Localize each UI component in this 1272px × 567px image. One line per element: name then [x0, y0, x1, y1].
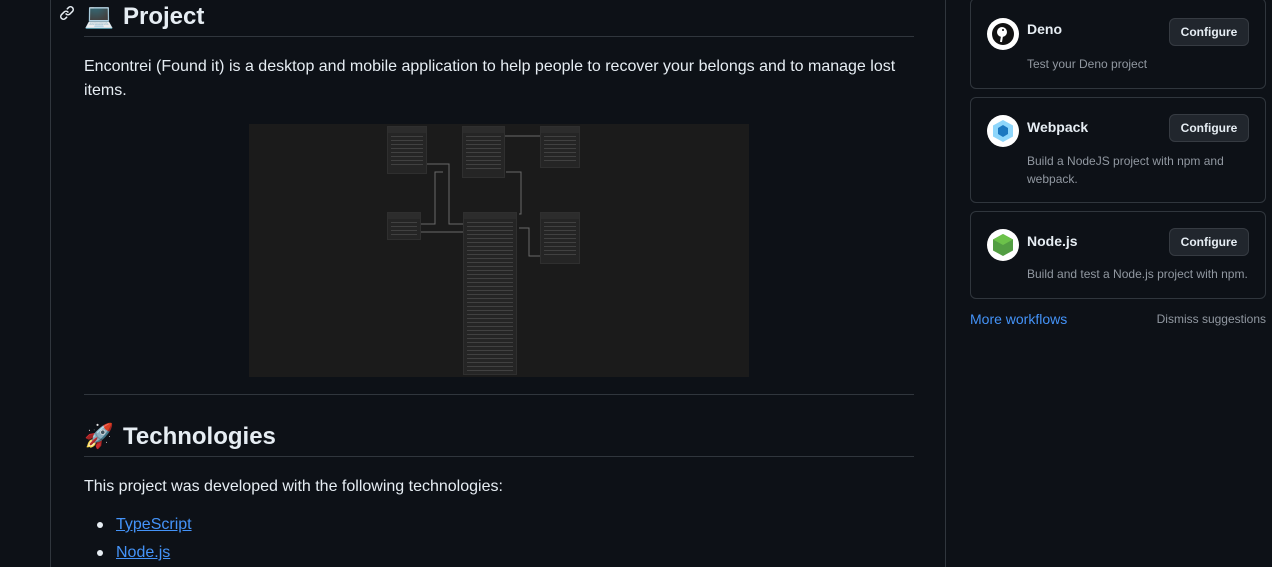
divider [84, 394, 914, 395]
technologies-heading-text: Technologies [123, 422, 276, 450]
diagram-table-items-withdrawals [540, 212, 580, 264]
project-heading: 💻 Project [84, 0, 914, 37]
laptop-emoji-icon: 💻 [84, 2, 114, 30]
workflow-description: Build and test a Node.js project with np… [1027, 267, 1248, 281]
more-workflows-link[interactable]: More workflows [970, 309, 1067, 329]
project-description: Encontrei (Found it) is a desktop and mo… [84, 58, 896, 99]
workflow-card-deno: Deno Test your Deno project Configure [970, 0, 1266, 89]
workflow-card-webpack: Webpack Build a NodeJS project with npm … [970, 97, 1266, 203]
diagram-table-items [463, 212, 517, 375]
diagram-table-items-categories [462, 126, 505, 178]
workflow-title: Webpack [1027, 119, 1089, 135]
diagram-table-users [387, 126, 427, 174]
heading-anchor-link-icon[interactable] [59, 5, 77, 23]
database-schema-diagram [249, 124, 749, 377]
nodejs-icon [987, 229, 1019, 261]
deno-icon [987, 18, 1019, 50]
configure-deno-button[interactable]: Configure [1169, 18, 1249, 46]
workflow-description: Test your Deno project [1027, 57, 1148, 71]
tech-link-nodejs[interactable]: Node.js [116, 544, 170, 561]
rocket-emoji-icon: 🚀 [84, 422, 114, 450]
workflow-card-nodejs: Node.js Build and test a Node.js project… [970, 211, 1266, 299]
technologies-list: TypeScript Node.js [84, 511, 192, 567]
list-item: TypeScript [84, 511, 192, 539]
project-heading-text: Project [123, 2, 205, 30]
webpack-icon [987, 115, 1019, 147]
technologies-intro: This project was developed with the foll… [84, 478, 503, 495]
list-item: Node.js [84, 539, 192, 567]
configure-webpack-button[interactable]: Configure [1169, 114, 1249, 142]
diagram-table-categories [540, 126, 580, 168]
workflow-title: Node.js [1027, 233, 1078, 249]
technologies-heading: 🚀 Technologies [84, 417, 914, 457]
readme-container: 💻 Project Encontrei (Found it) is a desk… [50, 0, 946, 567]
tech-link-typescript[interactable]: TypeScript [116, 516, 192, 533]
workflow-description: Build a NodeJS project with npm and webp… [1027, 154, 1224, 186]
dismiss-suggestions-button[interactable]: Dismiss suggestions [1157, 310, 1266, 328]
workflow-title: Deno [1027, 21, 1062, 37]
diagram-table-itemsmediaurls [387, 212, 421, 240]
configure-nodejs-button[interactable]: Configure [1169, 228, 1249, 256]
